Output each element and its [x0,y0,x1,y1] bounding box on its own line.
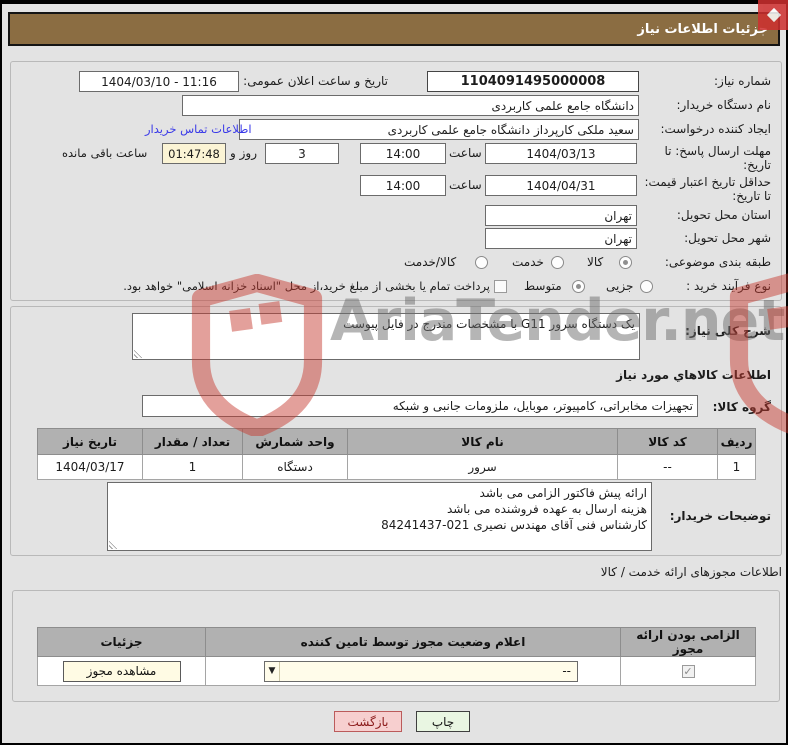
goods-col-date: تاریخ نیاز [37,428,143,455]
radio-goods-service-label: کالا/خدمت [404,255,457,269]
resize-grip-icon[interactable] [134,347,145,358]
category-label: طبقه بندی موضوعی: [664,255,771,269]
goods-col-name: نام کالا [347,428,618,455]
buyer-notes-label: توضیحات خریدار: [669,509,771,523]
radio-goods-label: کالا [587,255,604,269]
chevron-down-icon: ▼ [265,661,280,681]
resize-grip-icon[interactable] [109,538,120,549]
permit-status-value: -- [562,664,571,678]
goods-cell-unit: دستگاه [242,454,348,480]
goods-cell-date: 1404/03/17 [37,454,143,480]
permit-required-checkbox[interactable]: ✓ [681,665,695,678]
page-title-bar: جزئیات اطلاعات نیاز [8,12,780,46]
process-label: نوع فرآیند خرید : [686,279,771,293]
validity-date-field[interactable]: 1404/04/31 [485,175,637,196]
permits-table-row: ✓ -- ▼ مشاهده مجوز [37,656,756,686]
deadline-date-field[interactable]: 1404/03/13 [485,143,637,164]
radio-minor[interactable] [640,280,653,293]
goods-table-header-row: ردیف کد کالا نام کالا واحد شمارش تعداد /… [37,428,756,455]
permits-cell-status: -- ▼ [205,656,621,686]
buyer-org-label: نام دستگاه خریدار: [676,98,772,112]
province-label: استان محل تحویل: [676,208,771,222]
goods-cell-code: -- [617,454,718,480]
validity-hour-label: ساعت [449,178,482,192]
need-details-page: { "watermark": { "text": "AriaTender.net… [0,0,788,745]
countdown-field: 01:47:48 [162,143,226,164]
goods-group-label: گروه کالا: [712,400,771,414]
back-button[interactable]: بازگشت [334,711,402,732]
buyer-org-field[interactable]: دانشگاه جامع علمی کاربردی [182,95,639,116]
permits-heading: اطلاعات مجوزهای ارائه خدمت / کالا [600,565,782,579]
treasury-checkbox[interactable] [494,280,507,293]
radio-service-label: خدمت [512,255,544,269]
print-button[interactable]: چاپ [416,711,470,732]
view-permit-button[interactable]: مشاهده مجوز [62,660,181,682]
permits-col-status: اعلام وضعیت مجوز توسط تامین کننده [205,627,621,657]
creator-field[interactable]: سعید ملکی کارپرداز دانشگاه جامع علمی کار… [239,119,639,140]
permits-col-required: الزامی بودن ارائه مجوز [620,627,756,657]
radio-medium-label: متوسط [524,279,562,293]
permit-status-select[interactable]: -- ▼ [264,660,578,682]
permits-cell-details: مشاهده مجوز [37,656,206,686]
deadline-hour-label: ساعت [449,146,482,160]
goods-cell-row: 1 [717,454,756,480]
goods-table-row: 1 -- سرور دستگاه 1 1404/03/17 [37,454,756,480]
permits-table: الزامی بودن ارائه مجوز اعلام وضعیت مجوز … [37,627,756,686]
city-field[interactable]: تهران [485,228,637,249]
goods-heading: اطلاعات کالاهاي مورد نیاز [616,368,771,382]
validity-label: حداقل تاریخ اعتبار قیمت: تا تاریخ: [644,175,771,203]
need-number-field[interactable]: 1104091495000008 [427,71,639,92]
goods-cell-qty: 1 [142,454,243,480]
treasury-checkbox-label: پرداخت تمام یا بخشی از مبلغ خرید،از محل … [123,279,490,293]
creator-label: ایجاد کننده درخواست: [660,122,771,136]
goods-col-qty: تعداد / مقدار [142,428,243,455]
radio-goods-service[interactable] [475,256,488,269]
days-suffix-label: روز و [230,146,257,160]
announce-datetime-field[interactable]: 1404/03/10 - 11:16 [79,71,239,92]
goods-group-field[interactable]: تجهیزات مخابراتی، کامپیوتر، موبایل، ملزو… [142,395,698,417]
buyer-contact-link[interactable]: اطلاعات تماس خریدار [145,122,252,136]
validity-time-field[interactable]: 14:00 [360,175,446,196]
goods-col-row: ردیف [717,428,756,455]
need-number-label: شماره نیاز: [714,74,771,88]
radio-goods[interactable] [619,256,632,269]
announce-label: تاریخ و ساعت اعلان عمومی: [243,74,388,88]
radio-service[interactable] [551,256,564,269]
countdown-suffix-label: ساعت باقی مانده [62,146,148,160]
goods-table: ردیف کد کالا نام کالا واحد شمارش تعداد /… [37,428,756,480]
radio-minor-label: جزیی [606,279,634,293]
deadline-label: مهلت ارسال پاسخ: تا تاریخ: [664,144,771,172]
permits-col-details: جزئیات [37,627,206,657]
buyer-notes-textarea[interactable]: ارائه پیش فاکتور الزامی می باشد هزینه ار… [107,482,652,551]
province-field[interactable]: تهران [485,205,637,226]
goods-col-code: کد کالا [617,428,718,455]
need-desc-label: شرح کلی نیاز: [685,324,771,338]
page-title: جزئیات اطلاعات نیاز [637,21,768,37]
goods-col-unit: واحد شمارش [242,428,348,455]
goods-cell-name: سرور [347,454,618,480]
radio-medium[interactable] [572,280,585,293]
permits-cell-required: ✓ [620,656,756,686]
days-remaining-field[interactable]: 3 [265,143,339,164]
permits-table-header-row: الزامی بودن ارائه مجوز اعلام وضعیت مجوز … [37,627,756,657]
need-desc-textarea[interactable]: یک دستگاه سرور G11 با مشخصات مندرج در فا… [132,313,640,360]
city-label: شهر محل تحویل: [684,231,771,245]
deadline-time-field[interactable]: 14:00 [360,143,446,164]
